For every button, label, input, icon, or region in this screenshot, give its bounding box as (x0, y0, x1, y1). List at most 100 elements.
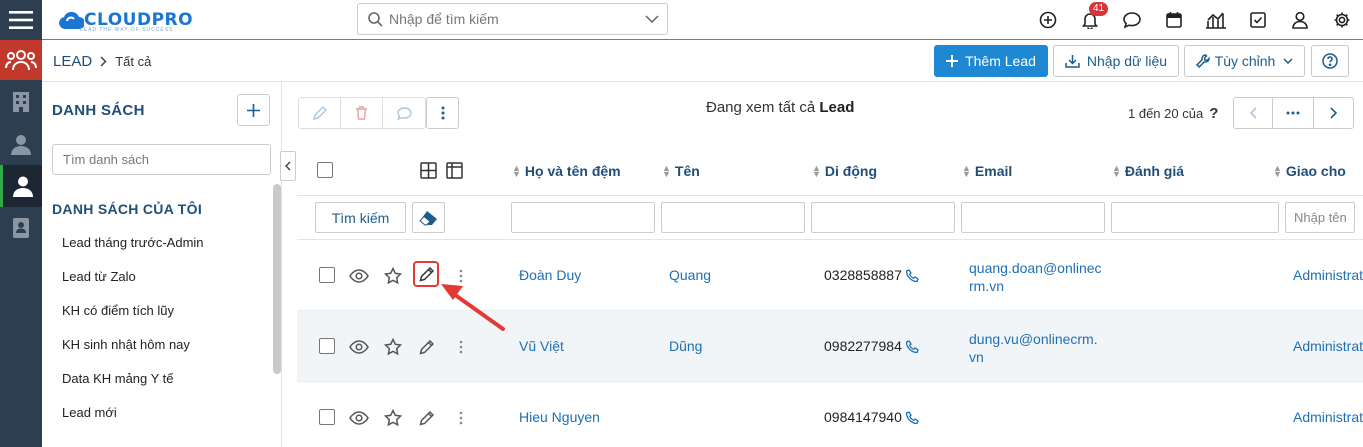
list-search-input[interactable] (52, 144, 271, 175)
star-button[interactable] (382, 265, 404, 287)
menu-button[interactable] (0, 0, 42, 40)
filter-email-input[interactable] (961, 202, 1105, 233)
row-checkbox[interactable] (319, 338, 335, 354)
row-more-button[interactable] (450, 407, 472, 429)
column-header-label: Họ và tên đệm (524, 163, 621, 179)
cell-last-name[interactable]: Đoàn Duy (519, 267, 581, 283)
list-item[interactable]: Data KH mảng Y tế (62, 371, 174, 386)
pagination (1233, 97, 1354, 129)
list-item[interactable]: KH sinh nhật hôm nay (62, 337, 190, 352)
view-record-button[interactable] (348, 265, 370, 287)
phone-icon[interactable] (905, 268, 919, 282)
nav-leads[interactable] (0, 40, 42, 80)
cell-assigned[interactable]: Administrator (1293, 409, 1363, 425)
mass-edit-button[interactable] (299, 98, 341, 128)
cell-first-name[interactable]: Dũng (669, 338, 702, 354)
chat-icon (1123, 12, 1141, 29)
sort-icon: ▲ ▼ (662, 163, 671, 179)
more-actions-button[interactable] (426, 97, 459, 129)
chevron-right-icon (100, 56, 107, 67)
add-list-button[interactable] (237, 94, 270, 126)
settings-button[interactable] (1321, 0, 1363, 40)
list-item[interactable]: Lead từ Zalo (62, 269, 136, 284)
reports-button[interactable] (1195, 0, 1237, 40)
chevron-down-icon[interactable] (645, 15, 659, 23)
filter-first-name-input[interactable] (661, 202, 805, 233)
previous-page-button[interactable] (1234, 98, 1273, 128)
filter-rating-input[interactable] (1111, 202, 1279, 233)
cloudpro-logo[interactable]: CLOUDPRO LEAD THE WAY OF SUCCESS (58, 7, 193, 33)
column-header-email[interactable]: ▲ ▼ Email (962, 163, 1012, 179)
notifications-button[interactable]: 41 (1069, 0, 1111, 40)
filter-mobile-input[interactable] (811, 202, 955, 233)
nav-organizations[interactable] (0, 82, 42, 122)
column-header-first-name[interactable]: ▲ ▼ Tên (662, 163, 700, 179)
cell-assigned[interactable]: Administrator (1293, 267, 1363, 283)
mass-comment-button[interactable] (383, 98, 425, 128)
cell-assigned[interactable]: Administrator (1293, 338, 1363, 354)
nav-documents[interactable] (0, 208, 42, 248)
list-item[interactable]: Lead mới (62, 405, 117, 420)
breadcrumb-module[interactable]: LEAD (53, 53, 92, 70)
grid-icon[interactable] (420, 162, 437, 179)
list-item[interactable]: KH có điểm tích lũy (62, 303, 174, 318)
phone-icon[interactable] (905, 339, 919, 353)
eraser-icon (418, 210, 437, 225)
global-search-input[interactable] (389, 11, 639, 27)
phone-icon[interactable] (905, 410, 919, 424)
star-button[interactable] (382, 336, 404, 358)
nav-user[interactable] (0, 165, 42, 207)
mobile-number: 0982277984 (824, 338, 902, 354)
view-record-button[interactable] (348, 407, 370, 429)
collapse-panel-button[interactable] (280, 151, 296, 181)
list-item[interactable]: Lead tháng trước-Admin (62, 235, 204, 250)
filter-last-name-input[interactable] (511, 202, 655, 233)
help-button[interactable] (1311, 45, 1349, 77)
filter-assigned-input[interactable] (1285, 202, 1355, 233)
profile-button[interactable] (1279, 0, 1321, 40)
add-lead-button[interactable]: Thêm Lead (934, 45, 1048, 77)
row-checkbox[interactable] (319, 267, 335, 283)
plus-icon (247, 103, 260, 117)
table-row[interactable]: Hieu Nguyen 0984147940 Administrator (297, 382, 1363, 447)
clear-filter-button[interactable] (412, 202, 445, 233)
star-icon (384, 409, 402, 427)
list-scrollbar[interactable] (273, 184, 281, 374)
calendar-button[interactable] (1153, 0, 1195, 40)
quick-create-button[interactable] (1027, 0, 1069, 40)
star-icon (384, 338, 402, 356)
columns-icon[interactable] (446, 162, 463, 179)
cell-first-name[interactable]: Quang (669, 267, 711, 283)
chat-button[interactable] (1111, 0, 1153, 40)
paging-total-unknown[interactable]: ? (1209, 105, 1218, 122)
breadcrumb-current: Tất cả (115, 54, 152, 69)
cell-last-name[interactable]: Hieu Nguyen (519, 409, 600, 425)
tasks-button[interactable] (1237, 0, 1279, 40)
edit-record-button[interactable] (413, 261, 439, 287)
filter-search-button[interactable]: Tìm kiếm (315, 202, 406, 233)
cell-email[interactable]: dung.vu@onlinecrm.vn (969, 330, 1104, 366)
cell-last-name[interactable]: Vũ Việt (519, 338, 564, 354)
column-header-rating[interactable]: ▲ ▼ Đánh giá (1112, 163, 1184, 179)
import-button[interactable]: Nhập dữ liệu (1053, 45, 1179, 77)
next-page-button[interactable] (1314, 98, 1353, 128)
row-more-button[interactable] (450, 336, 472, 358)
customize-button[interactable]: Tùy chỉnh (1184, 45, 1305, 77)
mass-delete-button[interactable] (341, 98, 383, 128)
nav-contacts[interactable] (0, 124, 42, 164)
column-header-mobile[interactable]: ▲ ▼ Di động (812, 163, 877, 179)
edit-record-button[interactable] (415, 336, 437, 358)
star-button[interactable] (382, 407, 404, 429)
column-header-last-name[interactable]: ▲ ▼ Họ và tên đệm (512, 163, 621, 179)
view-record-button[interactable] (348, 336, 370, 358)
page-jump-button[interactable] (1273, 98, 1314, 128)
cell-email[interactable]: quang.doan@onlinecrm.vn (969, 259, 1104, 295)
user-icon (12, 176, 33, 197)
edit-record-button[interactable] (415, 407, 437, 429)
row-checkbox[interactable] (319, 409, 335, 425)
chevron-down-icon (1283, 58, 1293, 64)
calendar-icon (1166, 12, 1182, 28)
global-search[interactable] (357, 3, 668, 35)
column-header-assigned[interactable]: ▲ ▼ Giao cho (1273, 163, 1346, 179)
select-all-checkbox[interactable] (317, 162, 333, 178)
